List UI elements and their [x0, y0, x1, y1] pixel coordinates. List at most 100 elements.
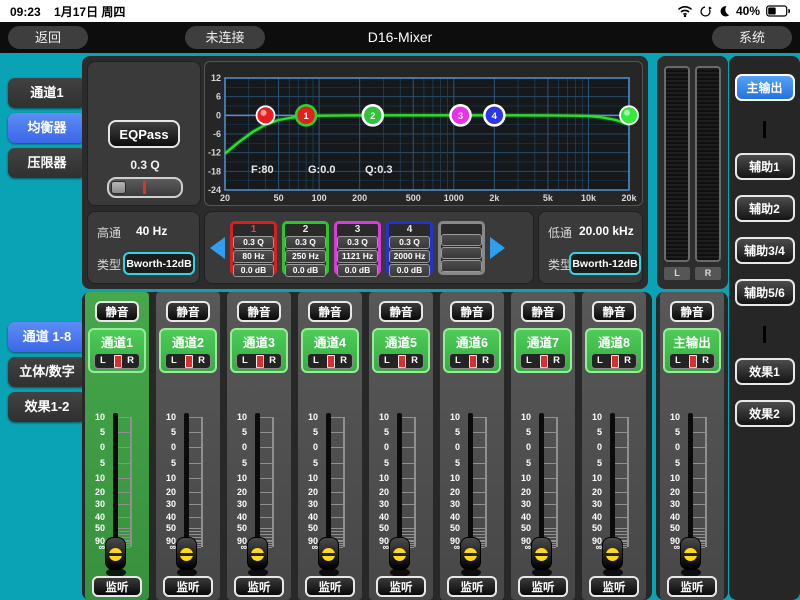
eq-band-selector[interactable]: 40.3 Q2000 Hz0.0 dB [386, 221, 433, 275]
pan-position-marker [398, 355, 406, 368]
pan-control[interactable]: LR [378, 353, 424, 369]
channel-name-box[interactable]: 通道3LR [230, 328, 288, 373]
listen-button[interactable]: 监听 [447, 576, 497, 597]
mute-button[interactable]: 静音 [166, 301, 210, 322]
eq-curve-chart[interactable]: F:80G:0.0Q:0.312341260-6-12-18-242050100… [204, 61, 643, 206]
layer-tab[interactable]: 效果1-2 [8, 392, 86, 422]
processing-tab[interactable]: 均衡器 [8, 113, 86, 143]
channel-strip[interactable]: 静音通道1LR10505102030405090∞监听 [85, 292, 149, 600]
fader-scale-label: ∞ [158, 542, 176, 552]
channel-strip[interactable]: 静音通道2LR10505102030405090∞监听 [156, 292, 220, 600]
fader-scale-tick [544, 492, 556, 493]
listen-button[interactable]: 监听 [305, 576, 355, 597]
mute-button[interactable]: 静音 [450, 301, 494, 322]
pan-left-label: L [100, 355, 106, 366]
mute-button[interactable]: 静音 [670, 301, 714, 322]
band-next-arrow[interactable] [490, 237, 505, 259]
channel-name-box[interactable]: 通道2LR [159, 328, 217, 373]
listen-button[interactable]: 监听 [667, 576, 717, 597]
hpf-type-button[interactable]: Bworth-12dB [123, 252, 195, 275]
layer-tab[interactable]: 立体/数字 [8, 357, 86, 387]
fader-scale-label: 10 [229, 412, 247, 422]
pan-control[interactable]: LR [165, 353, 211, 369]
processing-tab[interactable]: 通道1 [8, 78, 86, 108]
eq-band-marker[interactable]: 2 [363, 105, 383, 125]
mute-button[interactable]: 静音 [237, 301, 281, 322]
processing-tab[interactable]: 压限器 [8, 148, 86, 178]
pan-control[interactable]: LR [94, 353, 140, 369]
output-select-button[interactable]: 辅助3/4 [735, 237, 795, 264]
eq-band-marker[interactable]: 3 [450, 105, 470, 125]
fader-scale-label: 5 [87, 458, 105, 468]
channel-strip[interactable]: 静音通道6LR10505102030405090∞监听 [440, 292, 504, 600]
layer-tab[interactable]: 通道 1-8 [8, 322, 86, 352]
eq-band-marker[interactable]: 4 [484, 105, 504, 125]
channel-name-box[interactable]: 主输出LR [663, 328, 721, 373]
output-select-button[interactable]: 主输出 [735, 74, 795, 101]
fader-handle[interactable] [176, 537, 197, 570]
eq-band-selector-empty[interactable] [438, 221, 485, 275]
fader-handle[interactable] [318, 537, 339, 570]
output-select-button[interactable]: 辅助2 [735, 195, 795, 222]
channel-name-box[interactable]: 通道7LR [514, 328, 572, 373]
fader-handle[interactable] [531, 537, 552, 570]
listen-button[interactable]: 监听 [92, 576, 142, 597]
lpf-type-button[interactable]: Bworth-12dB [569, 252, 641, 275]
fader-handle[interactable] [460, 537, 481, 570]
pan-control[interactable]: LR [669, 353, 715, 369]
listen-button[interactable]: 监听 [234, 576, 284, 597]
eq-filter-marker[interactable] [620, 106, 638, 124]
eq-band-selector[interactable]: 30.3 Q1121 Hz0.0 dB [334, 221, 381, 275]
fader-scale-tick [402, 531, 414, 532]
pan-control[interactable]: LR [520, 353, 566, 369]
output-select-button[interactable]: 辅助5/6 [735, 279, 795, 306]
eq-band-marker[interactable]: 1 [296, 105, 316, 125]
channel-name-box[interactable]: 通道8LR [585, 328, 643, 373]
eq-band-selector[interactable]: 10.3 Q80 Hz0.0 dB [230, 221, 277, 275]
channel-name-box[interactable]: 通道4LR [301, 328, 359, 373]
pan-control[interactable]: LR [449, 353, 495, 369]
channel-strip[interactable]: 静音通道3LR10505102030405090∞监听 [227, 292, 291, 600]
eq-filter-marker[interactable] [257, 106, 275, 124]
channel-strip[interactable]: 静音通道5LR10505102030405090∞监听 [369, 292, 433, 600]
output-select-button[interactable]: 辅助1 [735, 153, 795, 180]
eqpass-button[interactable]: EQPass [108, 120, 180, 148]
mute-button[interactable]: 静音 [592, 301, 636, 322]
channel-strip[interactable]: 静音通道8LR10505102030405090∞监听 [582, 292, 646, 600]
fader-handle[interactable] [389, 537, 410, 570]
mute-button[interactable]: 静音 [379, 301, 423, 322]
output-select-button[interactable]: 效果1 [735, 358, 795, 385]
fader-scale-tick [473, 517, 485, 518]
listen-button[interactable]: 监听 [589, 576, 639, 597]
fader-scale-label: 0 [584, 442, 602, 452]
q-slider-knob[interactable] [111, 181, 126, 194]
band-value: 0.0 dB [337, 264, 378, 277]
listen-button[interactable]: 监听 [376, 576, 426, 597]
mute-button[interactable]: 静音 [521, 301, 565, 322]
channel-name-box[interactable]: 通道5LR [372, 328, 430, 373]
fader-handle[interactable] [680, 537, 701, 570]
listen-button[interactable]: 监听 [163, 576, 213, 597]
eq-band-selector[interactable]: 20.3 Q250 Hz0.0 dB [282, 221, 329, 275]
band-prev-arrow[interactable] [210, 237, 225, 259]
pan-right-label: R [702, 355, 709, 366]
pan-control[interactable]: LR [236, 353, 282, 369]
pan-control[interactable]: LR [307, 353, 353, 369]
fader-handle[interactable] [602, 537, 623, 570]
channel-strip[interactable]: 静音通道4LR10505102030405090∞监听 [298, 292, 362, 600]
q-slider[interactable] [107, 177, 183, 198]
system-button[interactable]: 系统 [712, 26, 792, 49]
fader-handle[interactable] [247, 537, 268, 570]
eq-x-tick: 1000 [444, 193, 464, 203]
output-select-button[interactable]: 效果2 [735, 400, 795, 427]
fader-handle[interactable] [105, 537, 126, 570]
channel-name-box[interactable]: 通道1LR [88, 328, 146, 373]
channel-strip[interactable]: 静音通道7LR10505102030405090∞监听 [511, 292, 575, 600]
channel-strip[interactable]: 静音主输出LR10505102030405090∞监听 [660, 292, 724, 600]
pan-position-marker [185, 355, 193, 368]
mute-button[interactable]: 静音 [95, 301, 139, 322]
channel-name-box[interactable]: 通道6LR [443, 328, 501, 373]
mute-button[interactable]: 静音 [308, 301, 352, 322]
listen-button[interactable]: 监听 [518, 576, 568, 597]
pan-control[interactable]: LR [591, 353, 637, 369]
